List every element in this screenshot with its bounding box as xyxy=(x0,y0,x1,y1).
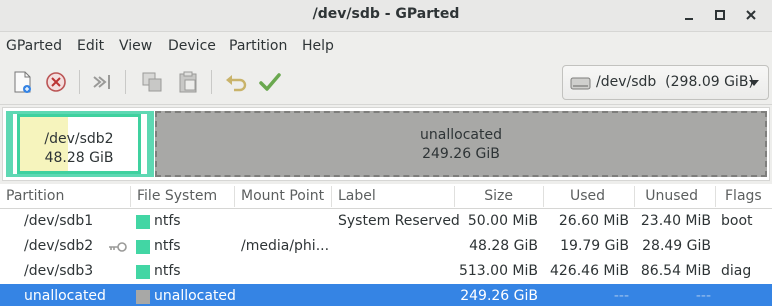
toolbar-separator xyxy=(125,70,126,94)
menu-gparted[interactable]: GParted xyxy=(6,38,62,54)
device-selector-label: /dev/sdb (298.09 GiB) xyxy=(596,74,754,90)
apply-button[interactable] xyxy=(256,68,284,96)
table-row[interactable]: /dev/sdb1 ntfs System Reserved 50.00 MiB 26.… xyxy=(0,209,772,234)
column-divider xyxy=(715,186,716,207)
fs-color-swatch xyxy=(136,240,150,254)
size-cell: 50.00 MiB xyxy=(467,213,538,229)
minimize-button[interactable] xyxy=(679,5,699,25)
maximize-button[interactable] xyxy=(710,5,730,25)
col-flags[interactable]: Flags xyxy=(725,188,762,204)
unallocated-block[interactable]: unallocated 249.26 GiB xyxy=(155,111,767,177)
menu-help[interactable]: Help xyxy=(302,38,334,54)
chevron-down-icon xyxy=(749,80,759,86)
col-partition[interactable]: Partition xyxy=(6,188,64,204)
toolbar-separator xyxy=(79,70,80,94)
size-cell: 249.26 GiB xyxy=(460,288,538,304)
fs-color-swatch xyxy=(136,265,150,279)
copy-button[interactable] xyxy=(138,68,166,96)
label-cell: System Reserved xyxy=(338,213,460,229)
partition-edge xyxy=(147,114,151,174)
table-header: Partition File System Mount Point Label … xyxy=(0,184,772,209)
column-divider xyxy=(331,186,332,207)
key-icon xyxy=(109,242,127,252)
title-bar: /dev/sdb - GParted xyxy=(0,0,772,32)
unused-cell: 28.49 GiB xyxy=(642,238,711,254)
menu-partition[interactable]: Partition xyxy=(229,38,287,54)
unallocated-size: 249.26 GiB xyxy=(422,146,500,162)
used-cell: 426.46 MiB xyxy=(549,263,629,279)
paste-button[interactable] xyxy=(174,68,202,96)
copy-icon xyxy=(142,72,162,92)
partition-edge xyxy=(9,114,13,174)
unallocated-name: unallocated xyxy=(420,127,502,143)
new-partition-button[interactable] xyxy=(8,68,36,96)
window-title: /dev/sdb - GParted xyxy=(312,6,460,22)
disk-map: /dev/sdb2 48.28 GiB unallocated 249.26 G… xyxy=(2,107,770,181)
toolbar-separator xyxy=(211,70,212,94)
mount-point-cell: /media/phi... xyxy=(241,238,330,254)
hard-disk-icon xyxy=(570,77,591,90)
table-row[interactable]: /dev/sdb2 ntfs/media/phi... 48.28 GiB 19.79… xyxy=(0,234,772,259)
undo-button[interactable] xyxy=(222,68,250,96)
fs-color-swatch xyxy=(136,290,150,304)
col-unused[interactable]: Unused xyxy=(634,188,698,204)
menu-bar: GParted Edit View Device Partition Help xyxy=(0,32,772,60)
partition-name: /dev/sdb2 xyxy=(44,131,114,147)
partition-cell: /dev/sdb1 xyxy=(24,213,94,229)
column-divider xyxy=(130,186,131,207)
delete-partition-button[interactable] xyxy=(42,68,70,96)
maximize-icon xyxy=(715,10,725,20)
partition-cell: unallocated xyxy=(24,288,106,304)
device-selector[interactable]: /dev/sdb (298.09 GiB) xyxy=(562,65,769,100)
col-mount-point[interactable]: Mount Point xyxy=(241,188,324,204)
menu-edit[interactable]: Edit xyxy=(77,38,104,54)
col-label[interactable]: Label xyxy=(338,188,376,204)
menu-device[interactable]: Device xyxy=(168,38,216,54)
unused-cell: 86.54 MiB xyxy=(640,263,711,279)
fs-color-swatch xyxy=(136,215,150,229)
close-button[interactable] xyxy=(741,5,761,25)
unused-cell: --- xyxy=(695,288,711,304)
partition-cell: /dev/sdb3 xyxy=(24,263,94,279)
column-divider xyxy=(234,186,235,207)
menu-view[interactable]: View xyxy=(119,38,152,54)
col-file-system[interactable]: File System xyxy=(137,188,217,204)
ntfs-partition-box: /dev/sdb2 48.28 GiB xyxy=(17,114,141,174)
delete-partition-icon xyxy=(46,72,66,92)
new-partition-icon xyxy=(14,71,31,93)
apply-icon xyxy=(259,73,281,91)
undo-icon xyxy=(226,75,247,92)
partition-cell: /dev/sdb2 xyxy=(24,238,94,254)
resize-move-icon xyxy=(93,75,110,89)
unused-cell: 23.40 MiB xyxy=(640,213,711,229)
resize-move-button[interactable] xyxy=(88,68,116,96)
flags-cell: boot xyxy=(721,213,753,229)
col-size[interactable]: Size xyxy=(454,188,513,204)
file-system-cell: ntfs xyxy=(154,213,181,229)
close-icon xyxy=(746,10,756,20)
file-system-cell: ntfs xyxy=(154,263,181,279)
table-row[interactable]: /dev/sdb3 ntfs 513.00 MiB 426.46 MiB 86.54 M… xyxy=(0,259,772,284)
partition-block-sdb2[interactable]: /dev/sdb2 48.28 GiB xyxy=(6,111,154,177)
minimize-icon xyxy=(685,18,693,20)
partition-size: 48.28 GiB xyxy=(44,150,114,166)
file-system-cell: ntfs xyxy=(154,238,181,254)
file-system-cell: unallocated xyxy=(154,288,236,304)
table-row[interactable]: unallocated unallocated 249.26 GiB --- --- xyxy=(0,284,772,306)
flags-cell: diag xyxy=(721,263,752,279)
col-used[interactable]: Used xyxy=(543,188,605,204)
used-cell: --- xyxy=(613,288,629,304)
used-cell: 19.79 GiB xyxy=(560,238,629,254)
paste-icon xyxy=(179,71,197,93)
used-cell: 26.60 MiB xyxy=(558,213,629,229)
size-cell: 48.28 GiB xyxy=(469,238,538,254)
size-cell: 513.00 MiB xyxy=(458,263,538,279)
partition-table: Partition File System Mount Point Label … xyxy=(0,184,772,306)
